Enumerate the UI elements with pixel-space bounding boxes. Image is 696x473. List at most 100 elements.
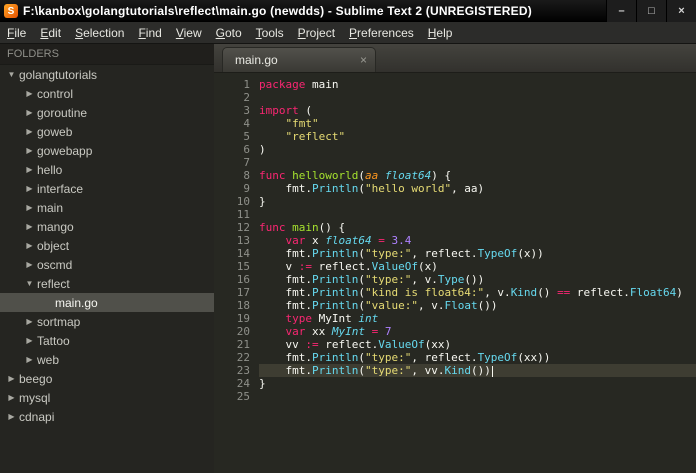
folder-oscmd[interactable]: ▶ oscmd xyxy=(0,255,214,274)
line-number: 6 xyxy=(243,143,250,156)
triangle-right-icon[interactable]: ▶ xyxy=(22,336,37,345)
minimize-button[interactable]: – xyxy=(606,0,636,22)
triangle-right-icon[interactable]: ▶ xyxy=(22,146,37,155)
folder-cdnapi[interactable]: ▶ cdnapi xyxy=(0,407,214,426)
folder-Tattoo[interactable]: ▶ Tattoo xyxy=(0,331,214,350)
file-main.go[interactable]: main.go xyxy=(0,293,214,312)
tree-item-label: cdnapi xyxy=(19,409,55,424)
triangle-right-icon[interactable]: ▶ xyxy=(22,260,37,269)
tree-item-label: control xyxy=(37,86,74,101)
folder-reflect[interactable]: ▼ reflect xyxy=(0,274,214,293)
folder-beego[interactable]: ▶ beego xyxy=(0,369,214,388)
menu-view[interactable]: View xyxy=(169,24,209,42)
menu-edit[interactable]: Edit xyxy=(33,24,68,42)
tab-main-go[interactable]: main.go × xyxy=(222,47,376,72)
code-line-8: func helloworld(aa float64) { xyxy=(259,169,452,182)
folder-sortmap[interactable]: ▶ sortmap xyxy=(0,312,214,331)
menu-help[interactable]: Help xyxy=(421,24,460,42)
code-content[interactable]: package main import ( "fmt" "reflect") fun… xyxy=(259,78,696,473)
line-number-gutter: 1 2 3 4 5 6 7 8 9 10 11 12 13 14 15 16 17 18 19 20 21 22 23 24 2… xyxy=(214,78,259,473)
tab-close-icon[interactable]: × xyxy=(360,53,367,67)
line-number: 16 xyxy=(236,273,250,286)
triangle-right-icon[interactable]: ▶ xyxy=(22,317,37,326)
triangle-right-icon[interactable]: ▶ xyxy=(22,127,37,136)
line-number: 23 xyxy=(236,364,250,377)
menu-find[interactable]: Find xyxy=(131,24,168,42)
line-number: 21 xyxy=(236,338,250,351)
maximize-button[interactable]: □ xyxy=(636,0,666,22)
triangle-right-icon[interactable]: ▶ xyxy=(4,374,19,383)
triangle-right-icon[interactable]: ▶ xyxy=(22,203,37,212)
editor-pane: main.go × 1 2 3 4 5 6 7 8 9 10 11 12 13 14 15 16 17 18 19 2… xyxy=(214,44,696,473)
line-number: 20 xyxy=(236,325,250,338)
tree-item-label: gowebapp xyxy=(37,143,93,158)
code-line-14: fmt.Println("type:", reflect.TypeOf(x)) xyxy=(259,247,544,260)
tree-item-label: main.go xyxy=(55,295,98,310)
tab-label: main.go xyxy=(235,53,278,67)
folder-goroutine[interactable]: ▶ goroutine xyxy=(0,103,214,122)
tree-item-label: mango xyxy=(37,219,74,234)
code-line-19: type MyInt int xyxy=(285,312,379,325)
triangle-down-icon[interactable]: ▼ xyxy=(22,279,37,288)
line-number: 8 xyxy=(243,169,250,182)
line-number: 11 xyxy=(236,208,250,221)
triangle-right-icon[interactable]: ▶ xyxy=(22,165,37,174)
tree-item-label: sortmap xyxy=(37,314,81,329)
folder-object[interactable]: ▶ object xyxy=(0,236,214,255)
folder-main[interactable]: ▶ main xyxy=(0,198,214,217)
menu-preferences[interactable]: Preferences xyxy=(342,24,421,42)
folder-goweb[interactable]: ▶ goweb xyxy=(0,122,214,141)
triangle-right-icon[interactable]: ▶ xyxy=(4,393,19,402)
text-cursor xyxy=(491,366,493,377)
tree-item-label: object xyxy=(37,238,70,253)
close-button[interactable]: × xyxy=(666,0,696,22)
folder-mysql[interactable]: ▶ mysql xyxy=(0,388,214,407)
line-number: 1 xyxy=(243,78,250,91)
folder-control[interactable]: ▶ control xyxy=(0,84,214,103)
code-line-22: fmt.Println("type:", reflect.TypeOf(xx)) xyxy=(259,351,551,364)
code-editor[interactable]: 1 2 3 4 5 6 7 8 9 10 11 12 13 14 15 16 17 18 19 20 21 22 23 24 2… xyxy=(214,73,696,473)
line-number: 24 xyxy=(236,377,250,390)
line-number: 3 xyxy=(243,104,250,117)
window-title: F:\kanbox\golangtutorials\reflect\main.g… xyxy=(23,4,532,18)
line-number: 13 xyxy=(236,234,250,247)
triangle-right-icon[interactable]: ▶ xyxy=(22,222,37,231)
folder-gowebapp[interactable]: ▶ gowebapp xyxy=(0,141,214,160)
triangle-down-icon[interactable]: ▼ xyxy=(4,70,19,79)
triangle-right-icon[interactable]: ▶ xyxy=(22,89,37,98)
folder-mango[interactable]: ▶ mango xyxy=(0,217,214,236)
folders-header: FOLDERS xyxy=(0,44,214,65)
triangle-right-icon[interactable]: ▶ xyxy=(22,241,37,250)
tree-item-label: oscmd xyxy=(37,257,73,272)
triangle-right-icon[interactable]: ▶ xyxy=(4,412,19,421)
title-bar[interactable]: S F:\kanbox\golangtutorials\reflect\main… xyxy=(0,0,696,22)
folder-web[interactable]: ▶ web xyxy=(0,350,214,369)
tree-item-label: Tattoo xyxy=(37,333,70,348)
folder-hello[interactable]: ▶ hello xyxy=(0,160,214,179)
triangle-right-icon[interactable]: ▶ xyxy=(22,108,37,117)
triangle-right-icon[interactable]: ▶ xyxy=(22,184,37,193)
menu-goto[interactable]: Goto xyxy=(209,24,249,42)
code-line-23: fmt.Println("type:", vv.Kind()) xyxy=(259,364,696,377)
folder-interface[interactable]: ▶ interface xyxy=(0,179,214,198)
code-line-9: fmt.Println("hello world", aa) xyxy=(259,182,485,195)
line-number: 9 xyxy=(243,182,250,195)
code-line-3: import ( xyxy=(259,104,312,117)
menu-file[interactable]: File xyxy=(0,24,33,42)
menu-project[interactable]: Project xyxy=(291,24,342,42)
window-controls: – □ × xyxy=(606,0,696,22)
tree-item-label: interface xyxy=(37,181,84,196)
menu-selection[interactable]: Selection xyxy=(68,24,131,42)
line-number: 10 xyxy=(236,195,250,208)
code-line-1: package main xyxy=(259,78,339,91)
line-number: 18 xyxy=(236,299,250,312)
folder-golangtutorials[interactable]: ▼ golangtutorials xyxy=(0,65,214,84)
code-line-20: var xx MyInt = 7 xyxy=(285,325,392,338)
code-line-5: "reflect" xyxy=(285,130,346,143)
code-line-16: fmt.Println("type:", v.Type()) xyxy=(259,273,485,286)
menu-tools[interactable]: Tools xyxy=(249,24,291,42)
triangle-right-icon[interactable]: ▶ xyxy=(22,355,37,364)
